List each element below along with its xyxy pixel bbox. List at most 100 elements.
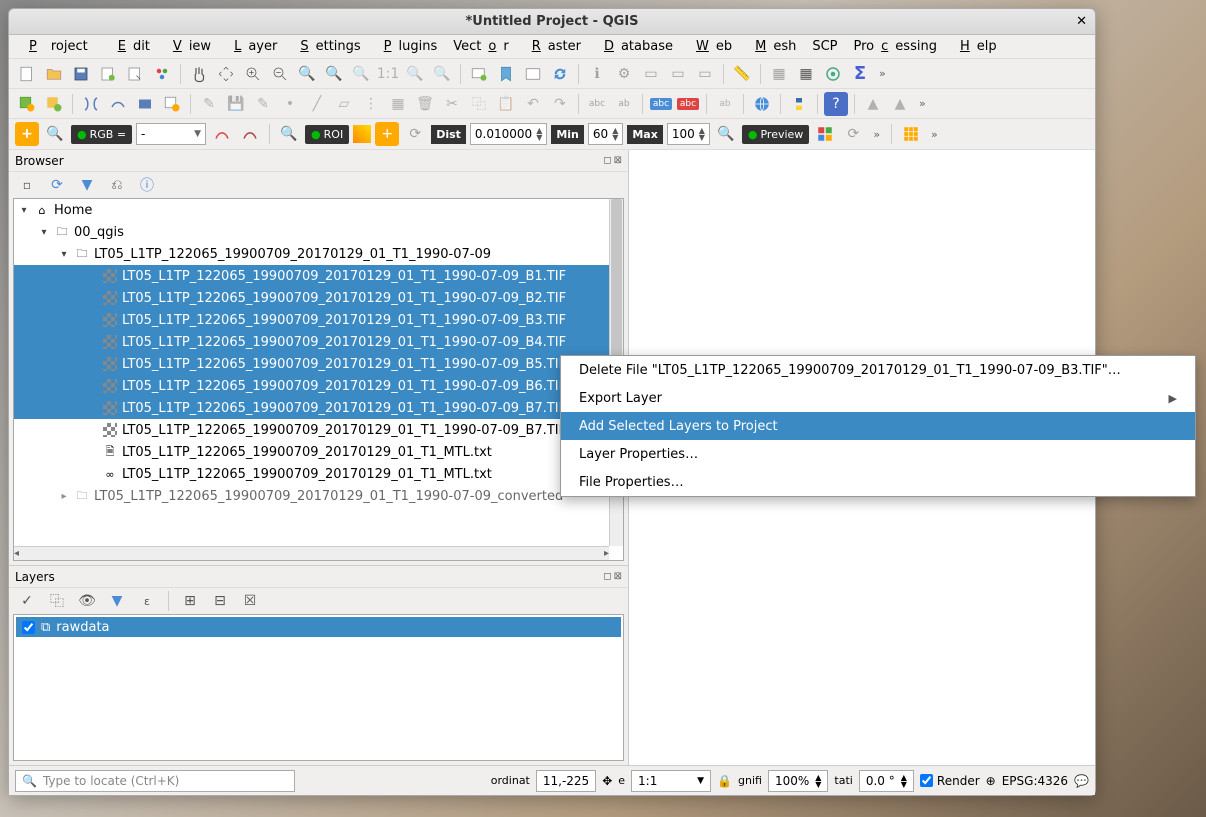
collapse-icon[interactable]: ⎌: [105, 173, 129, 197]
identify-icon[interactable]: ℹ: [585, 62, 609, 86]
menu-plugins[interactable]: Plugins: [370, 37, 445, 56]
tree-folder-qgis[interactable]: 00_qgis: [74, 225, 124, 240]
zoom-in-icon[interactable]: [241, 62, 265, 86]
menu-project[interactable]: Project: [15, 37, 102, 56]
new-layout-icon[interactable]: [96, 62, 120, 86]
new-spatialite-icon[interactable]: [133, 92, 157, 116]
vertex-icon[interactable]: ⋮: [359, 92, 383, 116]
tree-file-b1[interactable]: LT05_L1TP_122065_19900709_20170129_01_T1…: [14, 265, 623, 287]
toolbar-more-icon[interactable]: »: [875, 67, 890, 80]
rgb-combo[interactable]: -▼: [136, 123, 206, 145]
hist-icon[interactable]: ▲: [861, 92, 885, 116]
scp-more-icon[interactable]: »: [869, 128, 884, 141]
menu-help[interactable]: Help: [946, 37, 1004, 56]
copy-icon[interactable]: ⿻: [467, 92, 491, 116]
tree-file-b5[interactable]: LT05_L1TP_122065_19900709_20170129_01_T1…: [14, 353, 623, 375]
action-icon[interactable]: ⚙: [612, 62, 636, 86]
scp-lens-icon[interactable]: 🔍: [43, 122, 67, 146]
scp-grid-icon[interactable]: [899, 122, 923, 146]
undo-icon[interactable]: ↶: [521, 92, 545, 116]
delete-icon[interactable]: 🗑: [413, 92, 437, 116]
zoom-next-icon[interactable]: 🔍: [430, 62, 454, 86]
preview-button[interactable]: Preview: [742, 125, 809, 144]
add-polygon-icon[interactable]: ▱: [332, 92, 356, 116]
save-project-icon[interactable]: [69, 62, 93, 86]
menu-settings[interactable]: Settings: [286, 37, 367, 56]
scp-classify-icon[interactable]: [813, 122, 837, 146]
temporal-icon[interactable]: [521, 62, 545, 86]
scp-color-icon[interactable]: [353, 125, 371, 143]
zoom-full-icon[interactable]: 🔍: [295, 62, 319, 86]
browser-undock-icon[interactable]: ◻: [603, 155, 611, 166]
min-input[interactable]: 60▲▼: [588, 123, 623, 145]
refresh-browser-icon[interactable]: ⟳: [45, 173, 69, 197]
layer-add-group-icon[interactable]: ⿻: [45, 589, 69, 613]
crs-label[interactable]: EPSG:4326: [1002, 774, 1068, 788]
roi-button[interactable]: ROI: [305, 125, 349, 144]
python-icon[interactable]: [787, 92, 811, 116]
scp-plus-icon[interactable]: +: [375, 122, 399, 146]
rgb-button[interactable]: RGB =: [71, 125, 132, 144]
tree-cutoff[interactable]: LT05_L1TP_122065_19900709_20170129_01_T1…: [94, 489, 563, 504]
modify-attrs-icon[interactable]: ▦: [386, 92, 410, 116]
layers-list[interactable]: ⧉ rawdata: [13, 614, 624, 761]
menu-scp[interactable]: SCP: [805, 37, 844, 56]
label-move-icon[interactable]: abc: [649, 92, 673, 116]
layer-collapse-icon[interactable]: ⊟: [208, 589, 232, 613]
measure-icon[interactable]: 📏: [730, 62, 754, 86]
new-shapefile-icon[interactable]: [79, 92, 103, 116]
add-raster-icon[interactable]: [42, 92, 66, 116]
cut-icon[interactable]: ✂: [440, 92, 464, 116]
toggle-edit-icon[interactable]: ✎: [197, 92, 221, 116]
menu-processing[interactable]: Processing: [847, 37, 944, 56]
pan-selection-icon[interactable]: [214, 62, 238, 86]
new-map-view-icon[interactable]: [467, 62, 491, 86]
scp-reload2-icon[interactable]: ⟳: [841, 122, 865, 146]
zoom-layer-icon[interactable]: 🔍: [349, 62, 373, 86]
add-point-icon[interactable]: •: [278, 92, 302, 116]
crs-icon[interactable]: ⊕: [986, 774, 996, 788]
label-tool-abc-icon[interactable]: abc: [585, 92, 609, 116]
layer-filter-icon[interactable]: ▼: [105, 589, 129, 613]
toolbar2-more-icon[interactable]: »: [915, 97, 930, 110]
label-hide-icon[interactable]: abc: [676, 92, 700, 116]
toolbox-icon[interactable]: [821, 62, 845, 86]
magnifier-input[interactable]: 100%▲▼: [768, 770, 828, 792]
new-bookmark-icon[interactable]: [494, 62, 518, 86]
paste-icon[interactable]: 📋: [494, 92, 518, 116]
locator-input[interactable]: 🔍 Type to locate (Ctrl+K): [15, 770, 295, 792]
ctx-export-layer[interactable]: Export Layer▶: [561, 384, 1195, 412]
ctx-add-selected-layers[interactable]: Add Selected Layers to Project: [561, 412, 1195, 440]
lock-icon[interactable]: 🔒: [717, 774, 732, 788]
tree-file-b6[interactable]: LT05_L1TP_122065_19900709_20170129_01_T1…: [14, 375, 623, 397]
attributes-icon[interactable]: ▦: [767, 62, 791, 86]
layer-expand-icon[interactable]: ⊞: [178, 589, 202, 613]
zoom-out-icon[interactable]: [268, 62, 292, 86]
layers-close-icon[interactable]: ⊠: [614, 571, 622, 582]
rotation-input[interactable]: 0.0 °▲▼: [859, 770, 914, 792]
dist-input[interactable]: 0.010000▲▼: [470, 123, 547, 145]
layer-checkbox[interactable]: [22, 621, 35, 634]
tree-file-mtl1[interactable]: 🗎LT05_L1TP_122065_19900709_20170129_01_T…: [14, 441, 623, 463]
zoom-selection-icon[interactable]: 🔍: [322, 62, 346, 86]
filter-browser-icon[interactable]: ▼: [75, 173, 99, 197]
layer-expr-icon[interactable]: ε: [135, 589, 159, 613]
new-virtual-icon[interactable]: [160, 92, 184, 116]
select-value-icon[interactable]: ▭: [666, 62, 690, 86]
select-icon[interactable]: ▭: [639, 62, 663, 86]
scp-input-icon[interactable]: +: [15, 122, 39, 146]
render-checkbox[interactable]: Render: [920, 774, 980, 788]
stats-icon[interactable]: Σ: [848, 62, 872, 86]
tree-file-mtl2[interactable]: ∞LT05_L1TP_122065_19900709_20170129_01_T…: [14, 463, 623, 485]
browser-tree[interactable]: ▾⌂Home ▾🗀00_qgis ▾🗀LT05_L1TP_122065_1990…: [13, 198, 624, 561]
layer-remove-icon[interactable]: ☒: [238, 589, 262, 613]
menu-mesh[interactable]: Mesh: [741, 37, 803, 56]
tree-file-b7-dup[interactable]: LT05_L1TP_122065_19900709_20170129_01_T1…: [14, 419, 623, 441]
style-manager-icon[interactable]: [150, 62, 174, 86]
layout-manager-icon[interactable]: [123, 62, 147, 86]
menu-view[interactable]: View: [159, 37, 218, 56]
deselect-icon[interactable]: ▭: [693, 62, 717, 86]
tree-file-b4[interactable]: LT05_L1TP_122065_19900709_20170129_01_T1…: [14, 331, 623, 353]
add-layer-icon[interactable]: ▫: [15, 173, 39, 197]
hist2-icon[interactable]: ▲: [888, 92, 912, 116]
